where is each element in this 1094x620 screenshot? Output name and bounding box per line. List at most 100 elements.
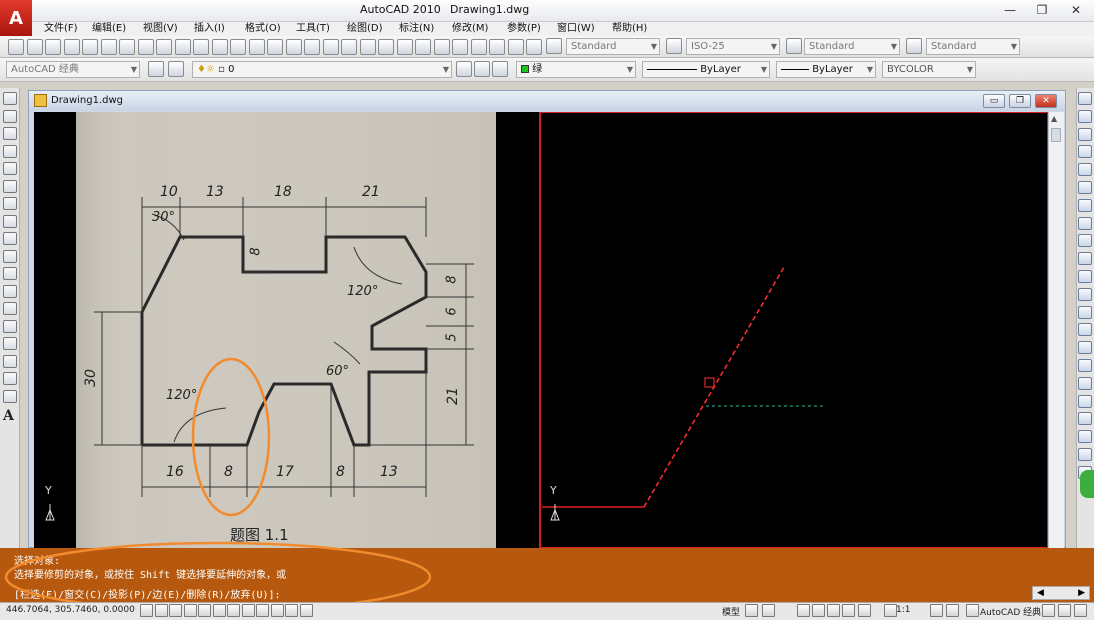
status-toggle-2-icon[interactable] xyxy=(155,604,168,617)
status-toggle-19-icon[interactable] xyxy=(858,604,871,617)
status-toggle-5-icon[interactable] xyxy=(198,604,211,617)
modify-tool-10-icon[interactable] xyxy=(1078,252,1092,265)
draw-tool-14-icon[interactable] xyxy=(3,320,17,333)
layer-properties-icon[interactable] xyxy=(168,61,184,77)
close-button[interactable]: ✕ xyxy=(1064,2,1088,18)
standard-tool-26-icon[interactable] xyxy=(471,39,487,55)
modify-tool-7-icon[interactable] xyxy=(1078,199,1092,212)
layer-select[interactable]: ♦☼ ▫ 0 ▼ xyxy=(192,61,452,78)
status-toggle-11-icon[interactable] xyxy=(285,604,298,617)
modify-tool-17-icon[interactable] xyxy=(1078,377,1092,390)
modify-tool-1-icon[interactable] xyxy=(1078,92,1092,105)
modify-tool-21-icon[interactable] xyxy=(1078,448,1092,461)
draw-tool-13-icon[interactable] xyxy=(3,302,17,315)
standard-tool-4-icon[interactable] xyxy=(64,39,80,55)
modify-tool-2-icon[interactable] xyxy=(1078,110,1092,123)
standard-tool-21-icon[interactable] xyxy=(378,39,394,55)
command-horizontal-scrollbar[interactable]: ◀ ▶ xyxy=(1032,586,1090,600)
dim-style-select[interactable]: ISO-25 ▼ xyxy=(686,38,780,55)
scroll-left-icon[interactable]: ◀ xyxy=(1037,587,1044,599)
menu-window[interactable]: 窗口(W) xyxy=(557,22,595,36)
modify-tool-6-icon[interactable] xyxy=(1078,181,1092,194)
standard-tool-3-icon[interactable] xyxy=(45,39,61,55)
annotation-scale[interactable]: 1:1 xyxy=(896,605,910,615)
scroll-thumb[interactable] xyxy=(1051,128,1061,142)
scroll-right-icon[interactable]: ▶ xyxy=(1078,587,1085,599)
standard-tool-7-icon[interactable] xyxy=(119,39,135,55)
menu-insert[interactable]: 插入(I) xyxy=(194,22,225,36)
color-select[interactable]: 绿 ▼ xyxy=(516,61,636,78)
status-toggle-16-icon[interactable] xyxy=(812,604,825,617)
draw-tool-9-icon[interactable] xyxy=(3,232,17,245)
standard-tool-10-icon[interactable] xyxy=(175,39,191,55)
modify-tool-15-icon[interactable] xyxy=(1078,341,1092,354)
standard-tool-8-icon[interactable] xyxy=(138,39,154,55)
modify-tool-14-icon[interactable] xyxy=(1078,323,1092,336)
restore-button[interactable]: ❐ xyxy=(1030,2,1054,18)
status-toggle-14-icon[interactable] xyxy=(762,604,775,617)
modify-tool-19-icon[interactable] xyxy=(1078,412,1092,425)
menu-format[interactable]: 格式(O) xyxy=(245,22,281,36)
modify-tool-9-icon[interactable] xyxy=(1078,234,1092,247)
standard-tool-9-icon[interactable] xyxy=(156,39,172,55)
modify-tool-12-icon[interactable] xyxy=(1078,288,1092,301)
draw-tool-8-icon[interactable] xyxy=(3,215,17,228)
drawing-close-button[interactable]: ✕ xyxy=(1035,94,1057,108)
standard-tool-18-icon[interactable] xyxy=(323,39,339,55)
modify-tool-13-icon[interactable] xyxy=(1078,306,1092,319)
model-space-canvas[interactable]: 10 13 18 21 30° 120° 60° 120° 8 30 8 6 5… xyxy=(34,112,1048,548)
draw-tool-18-icon[interactable] xyxy=(3,390,17,403)
standard-tool-1-icon[interactable] xyxy=(8,39,24,55)
modify-tool-18-icon[interactable] xyxy=(1078,395,1092,408)
menu-help[interactable]: 帮助(H) xyxy=(612,22,647,36)
status-toggle-7-icon[interactable] xyxy=(227,604,240,617)
table-style-icon[interactable] xyxy=(786,38,802,54)
status-toggle-4-icon[interactable] xyxy=(184,604,197,617)
standard-tool-28-icon[interactable] xyxy=(508,39,524,55)
standard-tool-5-icon[interactable] xyxy=(82,39,98,55)
table-style-select[interactable]: Standard ▼ xyxy=(804,38,900,55)
standard-tool-27-icon[interactable] xyxy=(489,39,505,55)
workspace-select[interactable]: AutoCAD 经典 ▼ xyxy=(6,61,140,78)
standard-tool-23-icon[interactable] xyxy=(415,39,431,55)
standard-tool-25-icon[interactable] xyxy=(452,39,468,55)
status-toggle-9-icon[interactable] xyxy=(256,604,269,617)
draw-tool-17-icon[interactable] xyxy=(3,372,17,385)
standard-tool-19-icon[interactable] xyxy=(341,39,357,55)
scroll-up-icon[interactable]: ▲ xyxy=(1051,114,1057,123)
draw-tool-15-icon[interactable] xyxy=(3,337,17,350)
draw-tool-12-icon[interactable] xyxy=(3,285,17,298)
menu-parametric[interactable]: 参数(P) xyxy=(507,22,541,36)
menu-edit[interactable]: 编辑(E) xyxy=(92,22,126,36)
minimize-button[interactable]: — xyxy=(998,2,1022,18)
modify-tool-4-icon[interactable] xyxy=(1078,145,1092,158)
lineweight-select[interactable]: ByLayer ▼ xyxy=(776,61,876,78)
draw-tool-4-icon[interactable] xyxy=(3,145,17,158)
menu-dimension[interactable]: 标注(N) xyxy=(399,22,434,36)
status-toggle-25-icon[interactable] xyxy=(1058,604,1071,617)
standard-tool-22-icon[interactable] xyxy=(397,39,413,55)
standard-tool-14-icon[interactable] xyxy=(249,39,265,55)
autocad-logo-icon[interactable]: A xyxy=(0,0,32,36)
status-toggle-10-icon[interactable] xyxy=(271,604,284,617)
vertical-scrollbar[interactable]: ▲ xyxy=(1048,112,1064,548)
status-toggle-24-icon[interactable] xyxy=(1042,604,1055,617)
standard-tool-6-icon[interactable] xyxy=(101,39,117,55)
green-side-tab[interactable] xyxy=(1080,470,1094,498)
draw-tool-16-icon[interactable] xyxy=(3,355,17,368)
modify-tool-20-icon[interactable] xyxy=(1078,430,1092,443)
layer-states-icon[interactable] xyxy=(492,61,508,77)
text-style-select[interactable]: Standard ▼ xyxy=(566,38,660,55)
status-toggle-17-icon[interactable] xyxy=(827,604,840,617)
drawing-restore-button[interactable]: ❐ xyxy=(1009,94,1031,108)
draw-tool-10-icon[interactable] xyxy=(3,250,17,263)
layer-previous-icon[interactable] xyxy=(474,61,490,77)
status-toggle-26-icon[interactable] xyxy=(1074,604,1087,617)
modify-tool-5-icon[interactable] xyxy=(1078,163,1092,176)
modify-tool-3-icon[interactable] xyxy=(1078,128,1092,141)
menu-modify[interactable]: 修改(M) xyxy=(452,22,488,36)
standard-tool-16-icon[interactable] xyxy=(286,39,302,55)
draw-tool-3-icon[interactable] xyxy=(3,127,17,140)
standard-tool-15-icon[interactable] xyxy=(267,39,283,55)
menu-tools[interactable]: 工具(T) xyxy=(296,22,330,36)
